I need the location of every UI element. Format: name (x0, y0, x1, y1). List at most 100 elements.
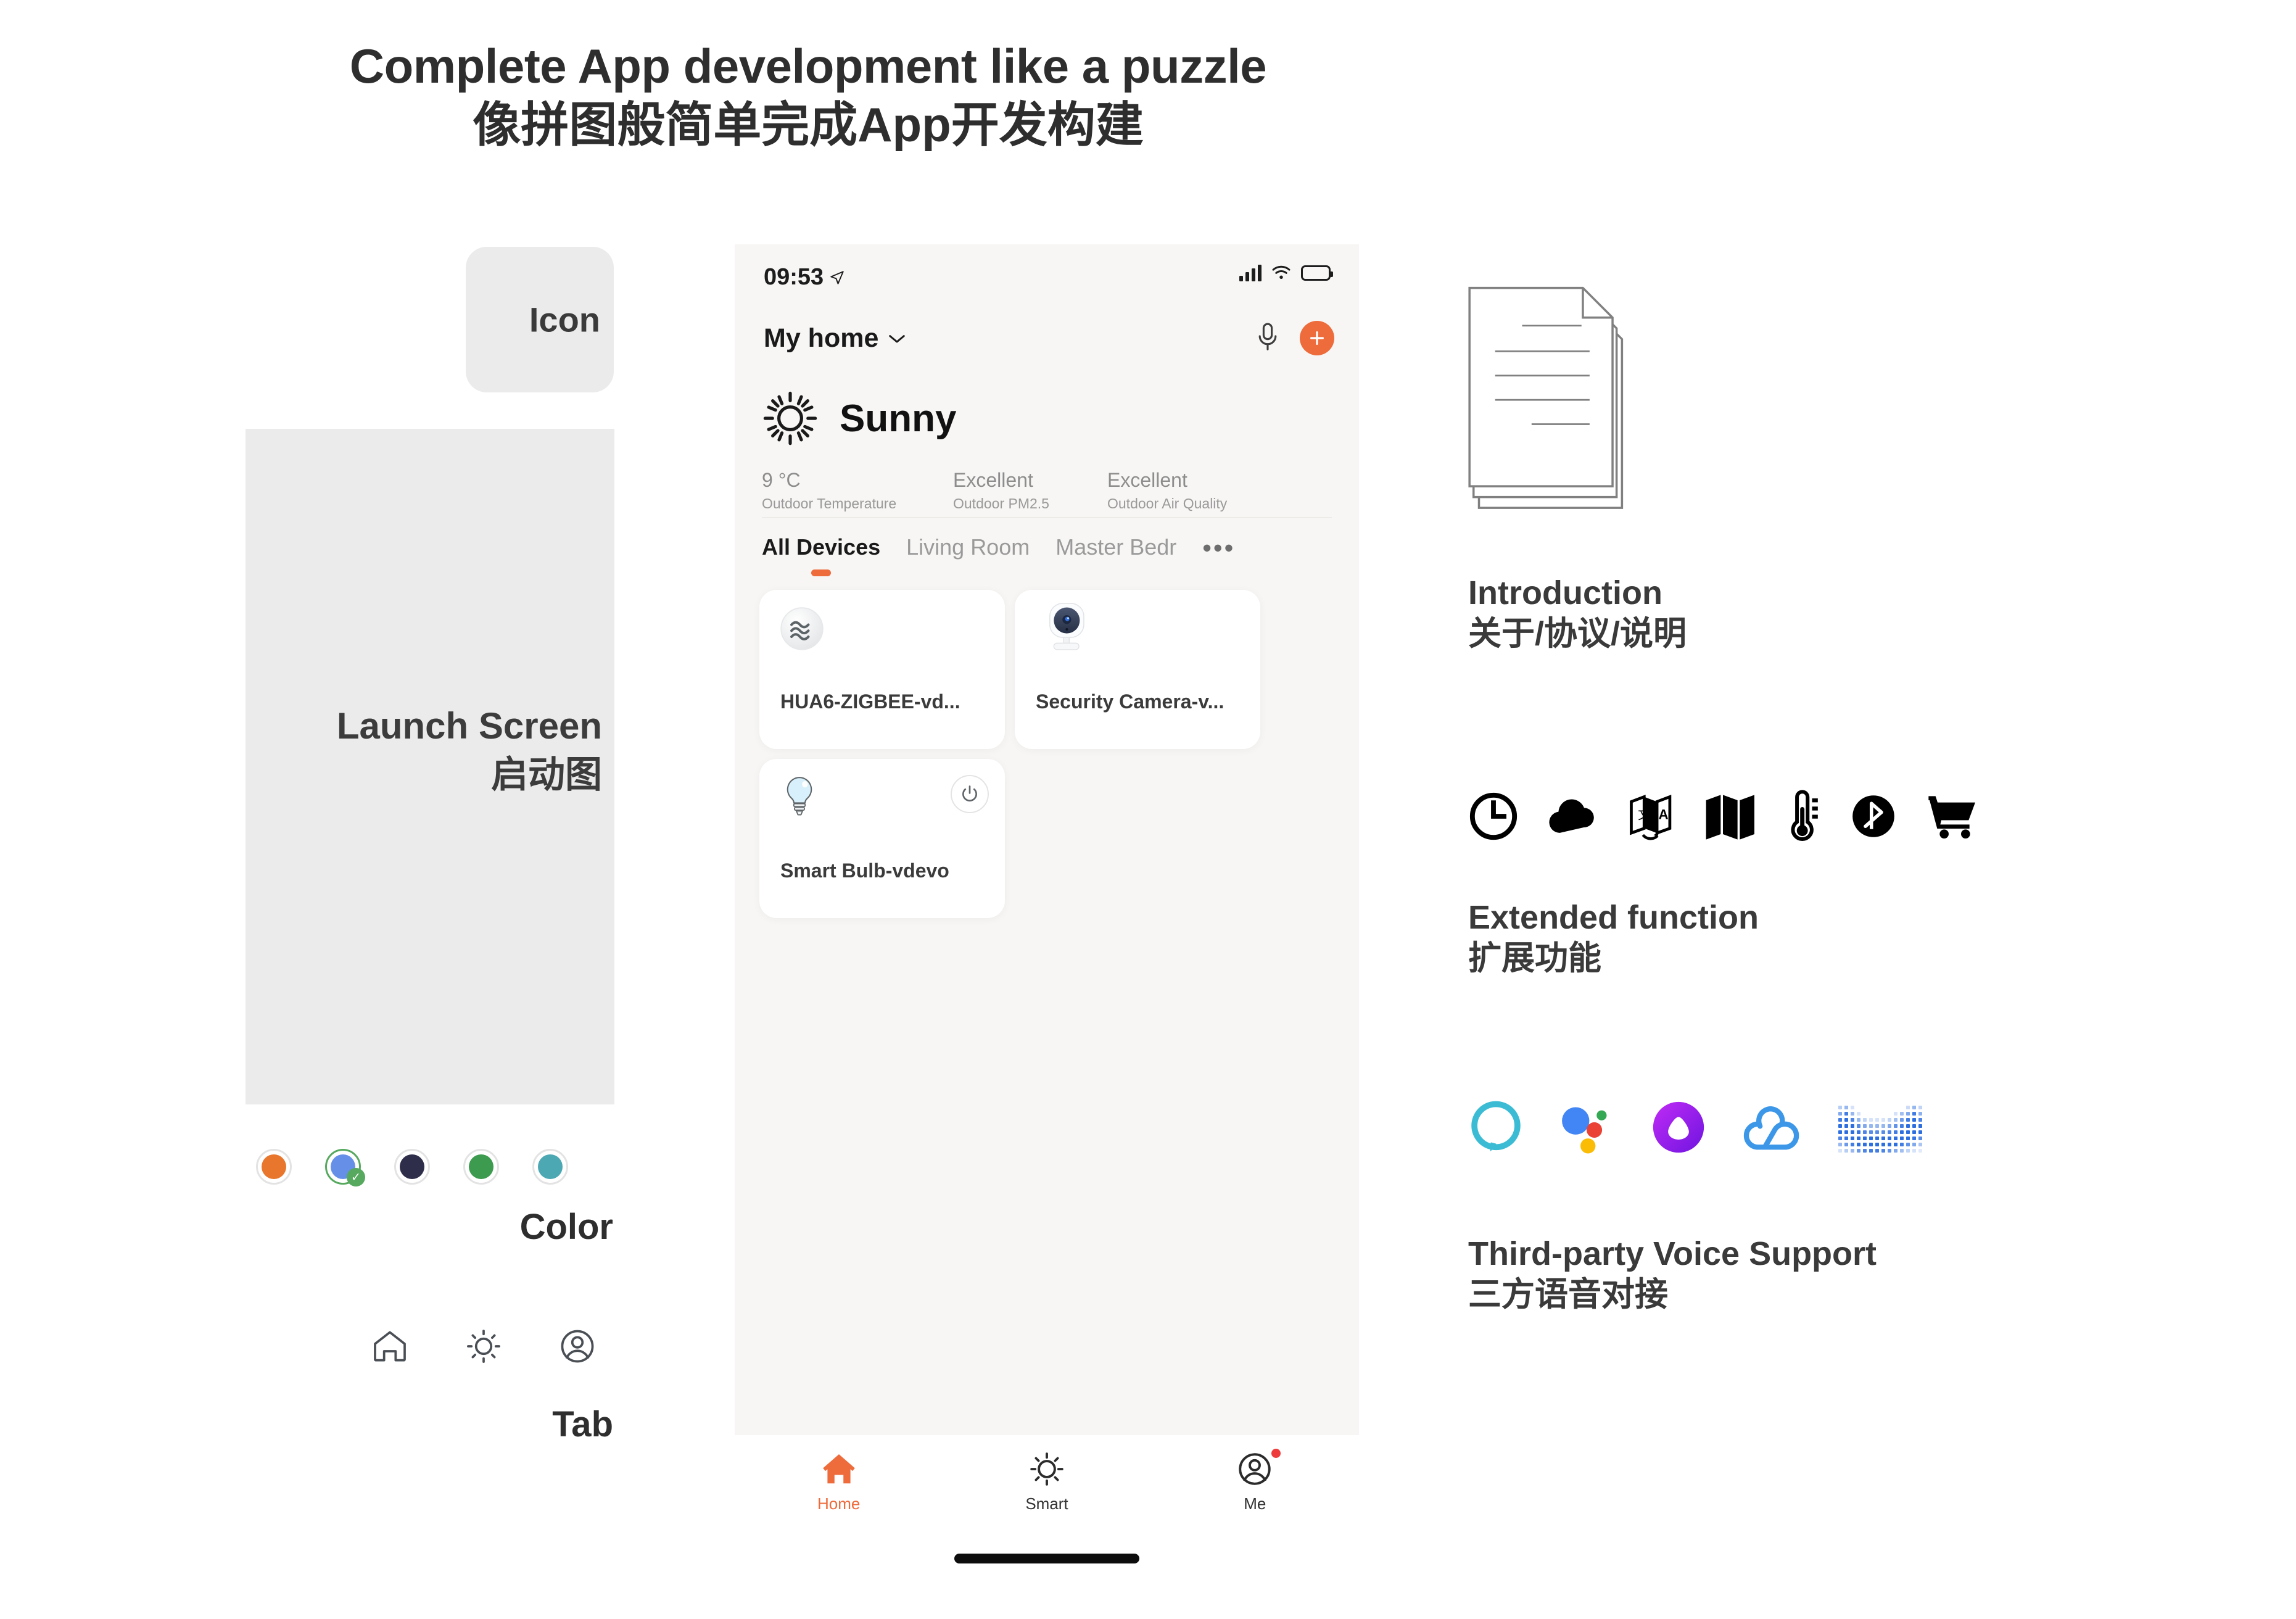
weather-divider (762, 517, 1332, 518)
power-icon (962, 785, 977, 801)
account-icon (1239, 1453, 1271, 1485)
swatch-fill (262, 1154, 286, 1179)
intro-title-en: Introduction (1468, 574, 1662, 611)
color-swatch-list: ✓ (256, 1149, 568, 1186)
weather-stat: Excellent Outdoor Air Quality (1107, 469, 1227, 512)
color-swatch-teal[interactable] (532, 1149, 568, 1185)
voice-title-en: Third-party Voice Support (1468, 1235, 1877, 1272)
device-card-smart-bulb[interactable]: Smart Bulb-vdevo (759, 759, 1005, 918)
weather-stat-label: Outdoor Temperature (762, 495, 897, 511)
launch-screen-label-zh: 启动图 (491, 754, 602, 796)
nav-label: Me (1244, 1494, 1266, 1513)
nav-item-smart[interactable]: Smart (943, 1435, 1150, 1534)
clock-icon (1468, 791, 1519, 845)
tab-icon-list (370, 1327, 597, 1366)
light-bulb-icon (780, 775, 819, 827)
color-section-label: Color (519, 1207, 613, 1247)
extended-function-icon-list: 文 A (1468, 790, 1980, 846)
swatch-fill (400, 1154, 424, 1179)
cloud-icon (1546, 790, 1599, 846)
weather-stat-value: 9 °C (762, 469, 801, 491)
weather-panel: Sunny 9 °C Outdoor Temperature Excellent… (735, 390, 1359, 512)
microphone-icon[interactable] (1254, 322, 1281, 355)
device-name: Smart Bulb-vdevo (780, 859, 949, 882)
siri-logo (1650, 1098, 1708, 1159)
tab-living-room[interactable]: Living Room (906, 534, 1030, 560)
home-selector[interactable]: My home (764, 323, 906, 354)
shopping-cart-icon (1925, 792, 1980, 844)
location-arrow-icon (830, 270, 844, 284)
color-swatch-dark-navy[interactable] (394, 1149, 430, 1185)
home-name-label: My home (764, 323, 879, 353)
extended-title-en: Extended function (1468, 899, 1759, 936)
nav-item-me[interactable]: Me (1151, 1435, 1359, 1534)
app-header: My home (735, 312, 1359, 371)
extended-title-zh: 扩展功能 (1468, 939, 1601, 977)
launch-screen-label: Launch Screen 启动图 (337, 702, 602, 799)
device-card-grid: HUA6-ZIGBEE-vd... Security Camera-v... S… (759, 590, 1333, 928)
home-icon[interactable] (370, 1327, 410, 1366)
voice-title-zh: 三方语音对接 (1468, 1275, 1668, 1313)
tab-all-devices[interactable]: All Devices (762, 534, 880, 560)
water-sensor-icon (778, 605, 826, 656)
swatch-fill (469, 1154, 493, 1179)
launch-screen-label-en: Launch Screen (336, 705, 602, 747)
svg-text:文: 文 (1638, 808, 1651, 822)
nav-label: Smart (1025, 1494, 1068, 1513)
google-assistant-logo (1557, 1099, 1616, 1159)
bottom-navigation: Home Smart Me (735, 1435, 1359, 1534)
device-card-hua6[interactable]: HUA6-ZIGBEE-vd... (759, 590, 1005, 749)
app-icon-placeholder: Icon (466, 247, 614, 392)
sun-icon (763, 391, 817, 445)
map-icon (1703, 792, 1757, 844)
cellular-signal-icon (1239, 264, 1262, 281)
device-name: Security Camera-v... (1036, 690, 1224, 713)
intro-section: Introduction 关于/协议/说明 (1468, 281, 2208, 655)
phone-bottom-area: Home Smart Me (735, 1435, 1359, 1583)
home-indicator (954, 1554, 1139, 1563)
page-title-zh: 像拼图般简单完成App开发构建 (473, 97, 1144, 152)
launch-screen-placeholder: Launch Screen 启动图 (246, 429, 614, 1104)
wifi-icon (1272, 265, 1290, 279)
status-bar-time-group: 09:53 (764, 264, 845, 291)
more-rooms-icon[interactable]: ••• (1202, 534, 1235, 560)
power-toggle-button[interactable] (951, 775, 989, 813)
brightness-icon (1030, 1452, 1063, 1486)
voice-support-text: Third-party Voice Support 三方语音对接 (1468, 1234, 1877, 1315)
svg-text:A: A (1659, 807, 1669, 822)
tab-master-bedroom[interactable]: Master Bedroom (1055, 534, 1176, 560)
translate-icon: 文 A (1626, 791, 1675, 845)
add-device-button[interactable] (1300, 321, 1334, 355)
bluetooth-icon (1849, 791, 1898, 845)
swatch-fill (538, 1154, 563, 1179)
phone-screen: 09:53 My home Sunny 9 °C Outdoor Tempera… (735, 244, 1359, 1478)
alibaba-genie-logo (1741, 1100, 1805, 1157)
status-bar-indicators (1239, 264, 1333, 281)
page-title-en: Complete App development like a puzzle (349, 39, 1267, 93)
battery-icon (1301, 265, 1333, 281)
weather-summary: Sunny (735, 390, 1359, 447)
intro-title-zh: 关于/协议/说明 (1468, 615, 1687, 652)
account-icon[interactable] (558, 1327, 597, 1366)
weather-stat-list: 9 °C Outdoor Temperature Excellent Outdo… (735, 447, 1359, 512)
brightness-icon[interactable] (464, 1327, 503, 1366)
weather-stat-label: Outdoor Air Quality (1107, 495, 1228, 511)
intro-text: Introduction 关于/协议/说明 (1468, 573, 2208, 655)
color-swatch-orange[interactable] (256, 1149, 292, 1185)
page-title: Complete App development like a puzzle 像… (0, 37, 1616, 154)
nav-label: Home (817, 1494, 861, 1513)
check-icon: ✓ (347, 1168, 365, 1186)
chevron-down-icon (889, 334, 906, 342)
app-icon-label: Icon (529, 300, 600, 339)
extended-function-text: Extended function 扩展功能 (1468, 898, 1759, 979)
color-swatch-green[interactable] (463, 1149, 499, 1185)
device-card-security-camera[interactable]: Security Camera-v... (1015, 590, 1260, 749)
security-camera-icon (1042, 601, 1095, 661)
weather-stat-value: Excellent (1107, 469, 1187, 491)
voice-assistant-logo-list (1468, 1098, 1922, 1159)
tab-section-label: Tab (552, 1404, 613, 1444)
nav-item-home[interactable]: Home (735, 1435, 943, 1534)
device-card-row: HUA6-ZIGBEE-vd... Security Camera-v... (759, 590, 1333, 749)
color-swatch-blue[interactable]: ✓ (325, 1149, 365, 1186)
weather-stat-label: Outdoor PM2.5 (953, 495, 1049, 511)
